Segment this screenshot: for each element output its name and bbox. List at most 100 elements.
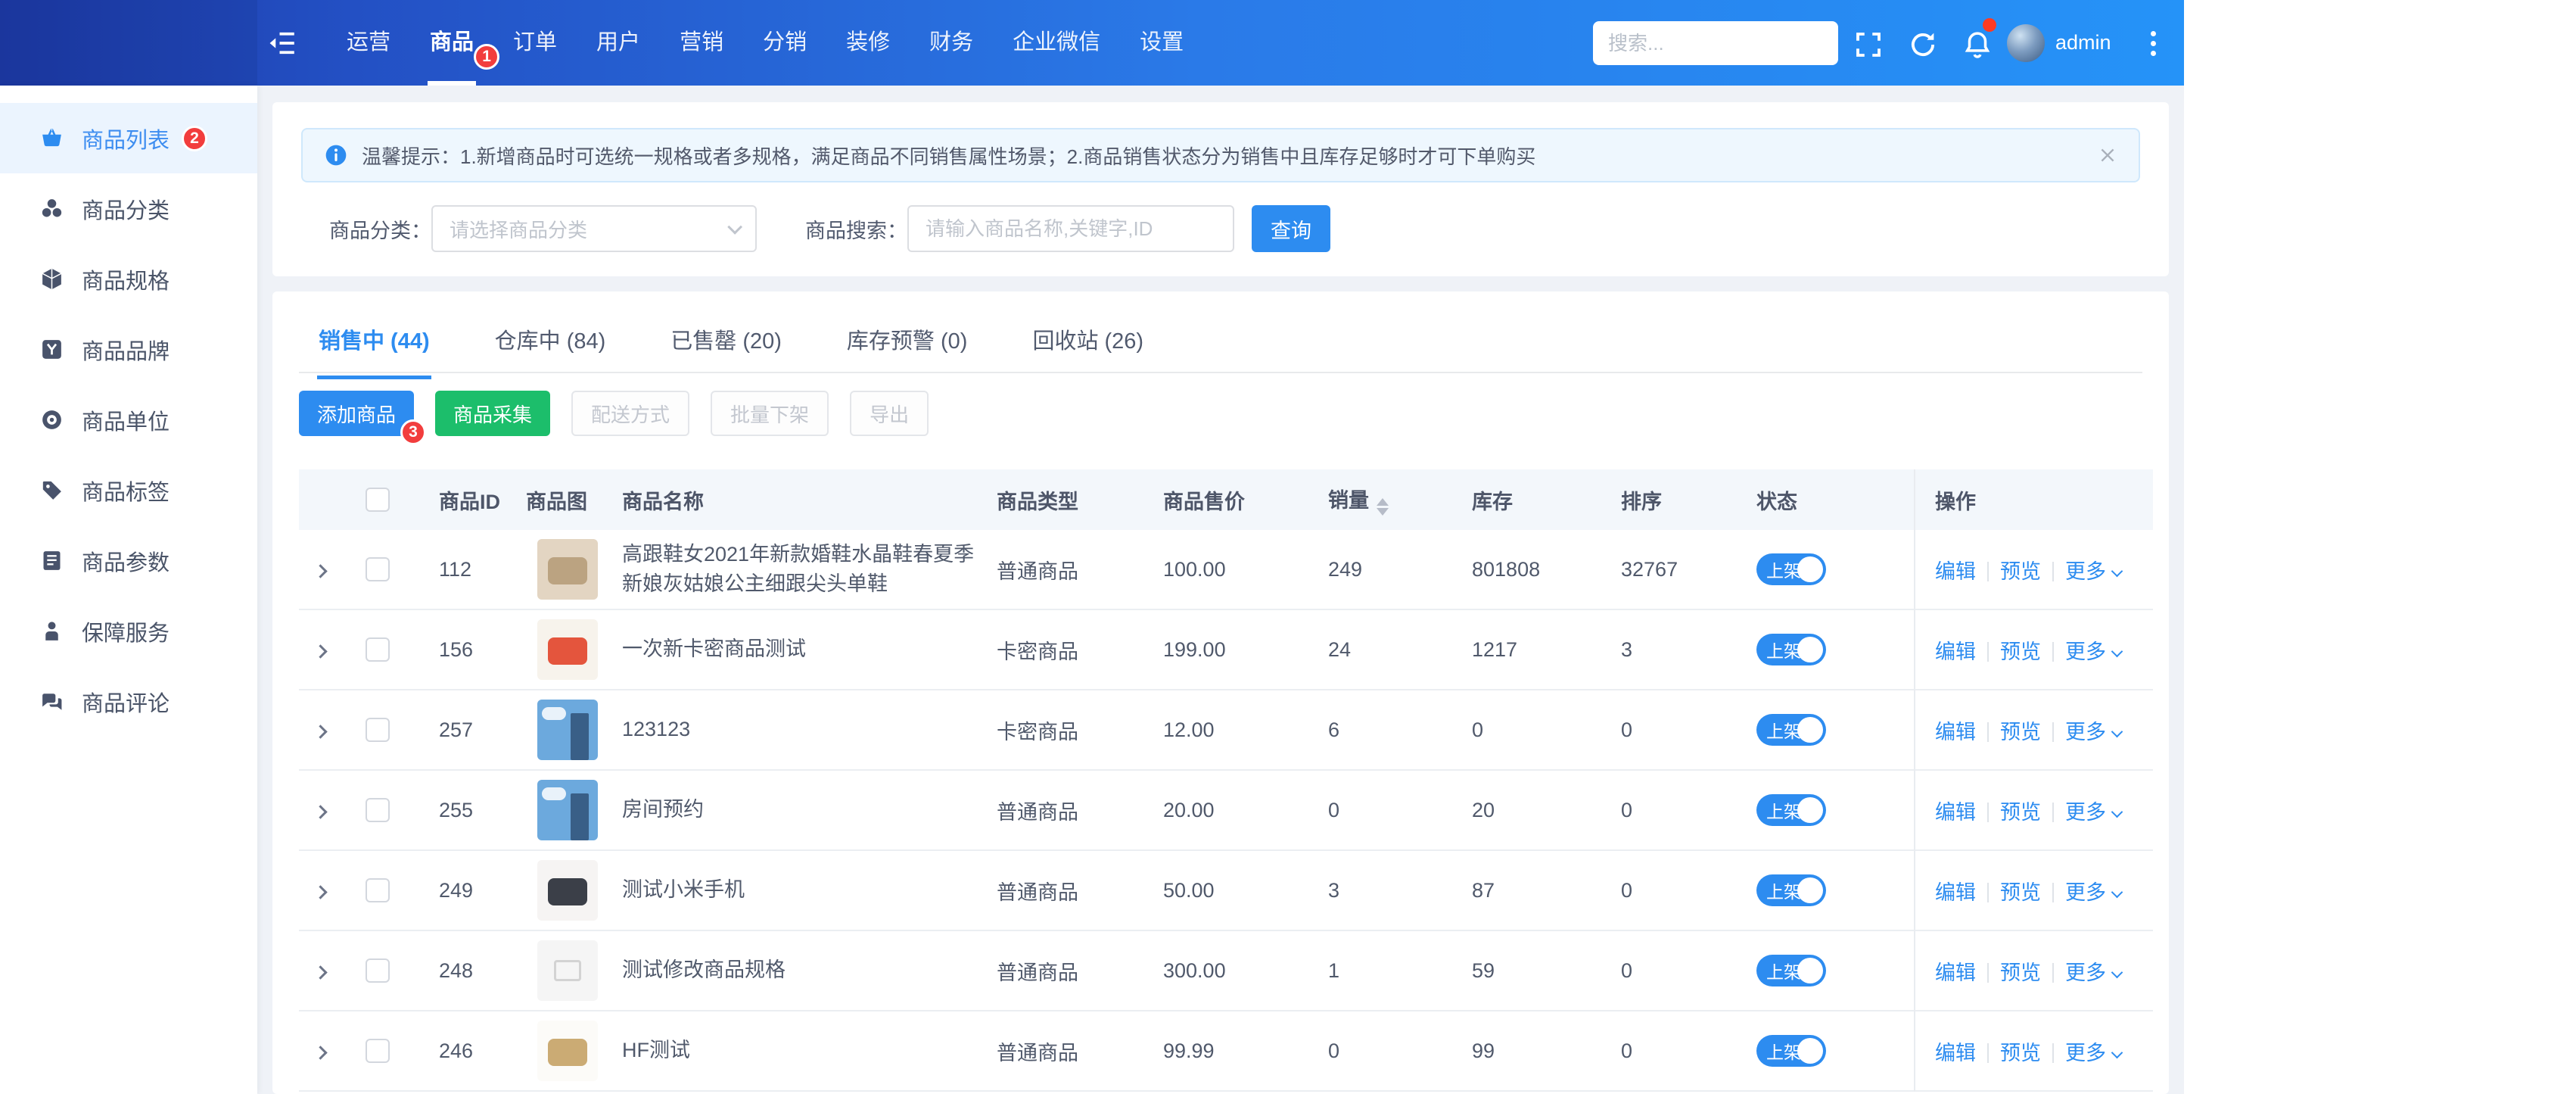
expand-row-icon[interactable]: [313, 1045, 328, 1060]
preview-link[interactable]: 预览: [2000, 721, 2041, 743]
edit-link[interactable]: 编辑: [1935, 881, 1976, 904]
edit-link[interactable]: 编辑: [1935, 962, 1976, 984]
nav-item[interactable]: 商品 1: [410, 0, 500, 86]
sort-icon[interactable]: [1377, 498, 1389, 516]
more-link[interactable]: 更多: [2065, 721, 2123, 743]
expand-row-icon[interactable]: [313, 724, 328, 739]
fullscreen-icon[interactable]: [1853, 29, 1884, 61]
sidebar-item[interactable]: 保障服务: [0, 596, 257, 666]
edit-link[interactable]: 编辑: [1935, 560, 1976, 583]
nav-item[interactable]: 运营: [327, 0, 410, 86]
product-type: 普通商品: [997, 559, 1078, 583]
avatar[interactable]: [2007, 24, 2045, 62]
preview-link[interactable]: 预览: [2000, 962, 2041, 984]
status-toggle[interactable]: 上架: [1756, 634, 1826, 665]
nav-item[interactable]: 营销: [660, 0, 743, 86]
preview-link[interactable]: 预览: [2000, 881, 2041, 904]
edit-link[interactable]: 编辑: [1935, 641, 1976, 663]
status-toggle[interactable]: 上架: [1756, 714, 1826, 746]
row-checkbox[interactable]: [366, 637, 390, 662]
nav-item[interactable]: 订单: [493, 0, 577, 86]
username[interactable]: admin: [2055, 0, 2111, 86]
more-link[interactable]: 更多: [2065, 1042, 2123, 1064]
more-link[interactable]: 更多: [2065, 560, 2123, 583]
expand-row-icon[interactable]: [313, 644, 328, 659]
chevron-down-icon: [727, 219, 743, 235]
collapse-sidebar-icon[interactable]: [266, 27, 298, 59]
chevron-down-icon: [2111, 886, 2123, 898]
preview-link[interactable]: 预览: [2000, 801, 2041, 824]
edit-link[interactable]: 编辑: [1935, 721, 1976, 743]
status-toggle[interactable]: 上架: [1756, 874, 1826, 906]
tab[interactable]: 仓库中 (84): [493, 291, 608, 378]
status-toggle[interactable]: 上架: [1756, 794, 1826, 826]
sidebar-item[interactable]: 商品规格: [0, 244, 257, 314]
tab[interactable]: 销售中 (44): [317, 291, 431, 379]
sidebar-item[interactable]: 商品评论: [0, 666, 257, 737]
toolbar-button[interactable]: 配送方式: [571, 391, 690, 436]
status-toggle[interactable]: 上架: [1756, 955, 1826, 986]
toolbar-button[interactable]: 批量下架: [711, 391, 829, 436]
row-checkbox[interactable]: [366, 878, 390, 903]
main-content: 温馨提示：1.新增商品时可选统一规格或者多规格，满足商品不同销售属性场景；2.商…: [257, 86, 2184, 1094]
sidebar-item[interactable]: 商品分类: [0, 173, 257, 244]
more-link[interactable]: 更多: [2065, 641, 2123, 663]
select-all-checkbox[interactable]: [366, 488, 390, 513]
more-link[interactable]: 更多: [2065, 962, 2123, 984]
preview-link[interactable]: 预览: [2000, 641, 2041, 663]
query-button[interactable]: 查询: [1252, 205, 1330, 252]
status-toggle[interactable]: 上架: [1756, 1035, 1826, 1067]
more-link[interactable]: 更多: [2065, 881, 2123, 904]
bell-icon[interactable]: [1962, 29, 1993, 61]
tab[interactable]: 已售罄 (20): [669, 291, 783, 378]
nav-item[interactable]: 分销: [743, 0, 826, 86]
nav-item[interactable]: 装修: [826, 0, 910, 86]
sidebar-item[interactable]: 商品参数: [0, 525, 257, 596]
sidebar-item[interactable]: 商品列表 2: [0, 103, 257, 173]
product-type: 普通商品: [997, 800, 1078, 824]
status-toggle[interactable]: 上架: [1756, 553, 1826, 585]
toolbar-button[interactable]: 商品采集: [435, 391, 551, 436]
nav-item[interactable]: 用户: [577, 0, 660, 86]
unit-icon: [39, 407, 64, 432]
refresh-icon[interactable]: [1907, 29, 1939, 61]
expand-row-icon[interactable]: [313, 804, 328, 819]
nav-item[interactable]: 企业微信: [993, 0, 1120, 86]
tab[interactable]: 回收站 (26): [1031, 291, 1145, 378]
column-header: 状态: [1753, 469, 1915, 530]
sidebar-item[interactable]: 商品标签: [0, 455, 257, 525]
select-all-header: [352, 469, 412, 530]
row-checkbox[interactable]: [366, 718, 390, 743]
edit-link[interactable]: 编辑: [1935, 1042, 1976, 1064]
sidebar-item[interactable]: 商品品牌: [0, 314, 257, 385]
preview-link[interactable]: 预览: [2000, 560, 2041, 583]
edit-link[interactable]: 编辑: [1935, 801, 1976, 824]
row-checkbox[interactable]: [366, 958, 390, 983]
tab[interactable]: 库存预警 (0): [845, 291, 969, 378]
product-price: 20.00: [1163, 798, 1215, 821]
row-checkbox[interactable]: [366, 1039, 390, 1064]
category-select[interactable]: 请选择商品分类: [431, 205, 757, 252]
nav-item[interactable]: 财务: [910, 0, 993, 86]
sidebar-item[interactable]: 商品单位: [0, 385, 257, 455]
expand-row-icon[interactable]: [313, 563, 328, 578]
product-sales: 24: [1328, 637, 1352, 661]
product-search-input[interactable]: [907, 205, 1234, 252]
global-search-input[interactable]: [1593, 21, 1838, 65]
close-icon[interactable]: [2098, 145, 2117, 165]
preview-link[interactable]: 预览: [2000, 1042, 2041, 1064]
expand-row-icon[interactable]: [313, 965, 328, 980]
toolbar-button[interactable]: 导出: [850, 391, 929, 436]
row-checkbox[interactable]: [366, 557, 390, 582]
nav-item[interactable]: 设置: [1120, 0, 1203, 86]
product-type: 卡密商品: [997, 640, 1078, 663]
alert-text: 温馨提示：1.新增商品时可选统一规格或者多规格，满足商品不同销售属性场景；2.商…: [362, 145, 1536, 168]
toolbar-button[interactable]: 添加商品 3: [299, 391, 427, 445]
product-type: 普通商品: [997, 961, 1078, 984]
more-link[interactable]: 更多: [2065, 801, 2123, 824]
table-row: 257 123123 卡密商品 12.00 6 0 0 上架 编辑 预览 更多: [299, 690, 2153, 770]
row-checkbox[interactable]: [366, 798, 390, 823]
table-row: 255 房间预约 普通商品 20.00 0 20 0 上架 编辑 预览 更多: [299, 770, 2153, 850]
expand-row-icon[interactable]: [313, 884, 328, 899]
more-vertical-icon[interactable]: [2151, 27, 2158, 59]
